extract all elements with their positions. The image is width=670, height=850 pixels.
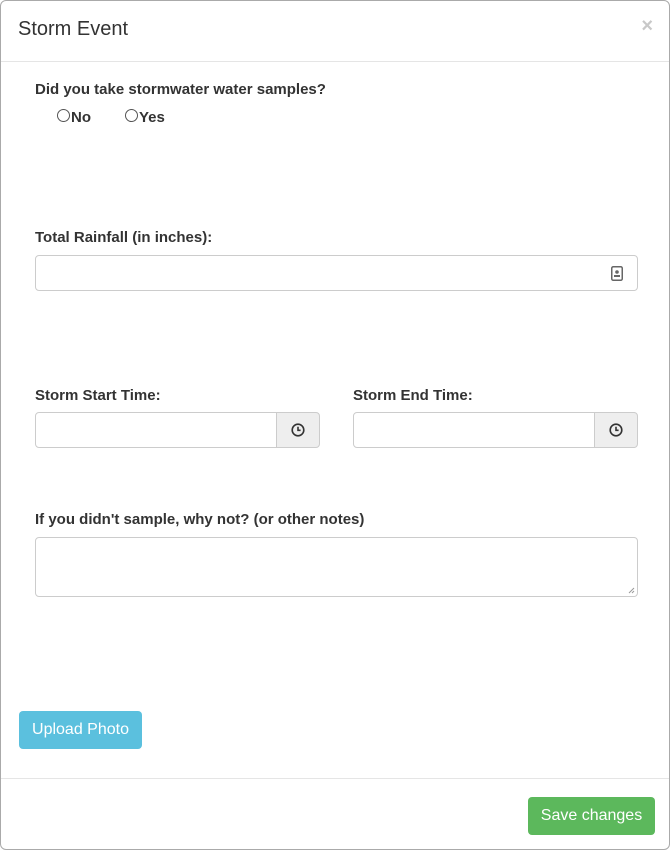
contact-card-icon [611, 266, 623, 281]
clock-icon [609, 423, 623, 437]
start-time-input[interactable] [35, 412, 277, 448]
close-icon[interactable]: × [641, 15, 653, 38]
storm-event-modal: Storm Event × Did you take stormwater wa… [0, 0, 670, 850]
resize-handle-icon[interactable] [628, 587, 635, 594]
end-time-clock-button[interactable] [594, 412, 638, 448]
upload-photo-button[interactable]: Upload Photo [19, 711, 142, 749]
save-changes-button[interactable]: Save changes [528, 797, 655, 835]
radio-yes[interactable]: Yes [125, 109, 165, 126]
radio-no-circle[interactable] [57, 109, 70, 122]
radio-yes-circle[interactable] [125, 109, 138, 122]
start-time-label: Storm Start Time: [35, 387, 161, 404]
rainfall-input[interactable] [35, 255, 638, 291]
start-time-clock-button[interactable] [276, 412, 320, 448]
radio-no[interactable]: No [57, 109, 91, 126]
clock-icon [291, 423, 305, 437]
modal-header: Storm Event × [1, 1, 669, 62]
end-time-label: Storm End Time: [353, 387, 473, 404]
notes-textarea[interactable] [35, 537, 638, 597]
radio-yes-label: Yes [139, 109, 165, 126]
rainfall-label: Total Rainfall (in inches): [35, 229, 213, 246]
modal-title: Storm Event [18, 18, 129, 40]
samples-question-label: Did you take stormwater water samples? [35, 81, 326, 98]
end-time-input[interactable] [353, 412, 595, 448]
radio-no-label: No [71, 109, 91, 126]
footer-divider [1, 778, 669, 779]
notes-label: If you didn't sample, why not? (or other… [35, 511, 365, 528]
